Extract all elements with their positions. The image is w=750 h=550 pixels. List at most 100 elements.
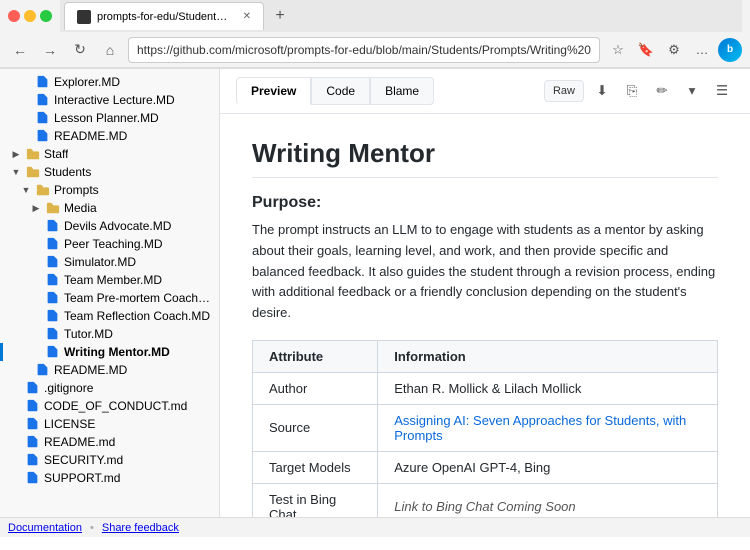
download-icon[interactable]: ⬇ — [590, 79, 614, 103]
table-cell-info: Link to Bing Chat Coming Soon — [378, 483, 718, 517]
file-icon — [46, 255, 60, 269]
copy-raw-icon[interactable]: ⎘ — [620, 79, 644, 103]
sidebar-item-students[interactable]: ▼ Students — [0, 163, 219, 181]
collections-icon[interactable]: 🔖 — [634, 38, 658, 62]
chevron-icon: ▶ — [30, 202, 42, 214]
address-bar-input[interactable] — [128, 37, 600, 63]
sidebar-item-media[interactable]: ▶Media — [0, 199, 219, 217]
more-options-icon[interactable]: ☰ — [710, 79, 734, 103]
sidebar-item-label: SUPPORT.md — [44, 471, 120, 485]
chevron-icon — [30, 256, 42, 268]
purpose-heading: Purpose: — [252, 194, 718, 212]
chevron-icon — [10, 472, 22, 484]
table-cell-info[interactable]: Assigning AI: Seven Approaches for Stude… — [378, 404, 718, 451]
folder-icon — [26, 147, 40, 161]
chevron-icon: ▶ — [10, 148, 22, 160]
file-icon — [46, 327, 60, 341]
sidebar-item-label: README.md — [44, 435, 115, 449]
table-header-information: Information — [378, 340, 718, 372]
sidebar-item-security[interactable]: SECURITY.md — [0, 451, 219, 469]
chevron-icon — [30, 292, 42, 304]
table-link[interactable]: Assigning AI: Seven Approaches for Stude… — [394, 413, 686, 443]
sidebar-item-readme-md-upper[interactable]: README.MD — [0, 127, 219, 145]
sidebar-item-label: Interactive Lecture.MD — [54, 93, 175, 107]
tab-code[interactable]: Code — [311, 77, 370, 105]
forward-button[interactable]: → — [38, 38, 62, 62]
tab-blame[interactable]: Blame — [370, 77, 434, 105]
edge-logo: b — [718, 38, 742, 62]
tab-close-icon[interactable]: ✕ — [243, 11, 251, 22]
table-cell-attribute: Source — [253, 404, 378, 451]
sidebar-item-devils-advocate[interactable]: Devils Advocate.MD — [0, 217, 219, 235]
table-row: Test in Bing ChatLink to Bing Chat Comin… — [253, 483, 718, 517]
file-icon — [46, 309, 60, 323]
sidebar-item-tutor[interactable]: Tutor.MD — [0, 325, 219, 343]
sidebar-item-team-member[interactable]: Team Member.MD — [0, 271, 219, 289]
sidebar-item-label: README.MD — [54, 129, 127, 143]
sidebar-item-interactive-lecture[interactable]: Interactive Lecture.MD — [0, 91, 219, 109]
chevron-icon: ▼ — [10, 166, 22, 178]
attributes-table: Attribute Information AuthorEthan R. Mol… — [252, 340, 718, 517]
sidebar-item-explorer-md[interactable]: Explorer.MD — [0, 73, 219, 91]
chevron-icon — [20, 364, 32, 376]
minimize-button[interactable] — [24, 10, 36, 22]
sidebar-item-staff[interactable]: ▶Staff — [0, 145, 219, 163]
main-content: Preview Code Blame Raw ⬇ ⎘ ✏ ▾ ☰ Writing… — [220, 69, 750, 517]
sidebar-item-prompts[interactable]: ▼Prompts — [0, 181, 219, 199]
sidebar-item-readme-root[interactable]: README.md — [0, 433, 219, 451]
file-icon — [26, 381, 40, 395]
file-icon — [36, 111, 50, 125]
purpose-text: The prompt instructs an LLM to to engage… — [252, 220, 718, 324]
close-button[interactable] — [8, 10, 20, 22]
sidebar-item-readme-md[interactable]: README.MD — [0, 361, 219, 379]
chevron-icon — [30, 274, 42, 286]
tab-title: prompts-for-edu/Students/Prom... — [97, 11, 233, 23]
sidebar-item-writing-mentor[interactable]: Writing Mentor.MD — [0, 343, 219, 361]
share-feedback-link[interactable]: Share feedback — [102, 522, 179, 534]
sidebar-item-license[interactable]: LICENSE — [0, 415, 219, 433]
file-icon — [36, 363, 50, 377]
back-button[interactable]: ← — [8, 38, 32, 62]
star-icon[interactable]: ☆ — [606, 38, 630, 62]
sidebar-item-code-of-conduct[interactable]: CODE_OF_CONDUCT.md — [0, 397, 219, 415]
sidebar-item-simulator[interactable]: Simulator.MD — [0, 253, 219, 271]
sidebar-item-lesson-planner[interactable]: Lesson Planner.MD — [0, 109, 219, 127]
more-icon[interactable]: … — [690, 38, 714, 62]
sidebar-item-label: Peer Teaching.MD — [64, 237, 163, 251]
tab-preview[interactable]: Preview — [236, 77, 311, 105]
chevron-icon — [20, 130, 32, 142]
home-button[interactable]: ⌂ — [98, 38, 122, 62]
sidebar-item-label: SECURITY.md — [44, 453, 123, 467]
edit-icon[interactable]: ✏ — [650, 79, 674, 103]
sidebar-item-label: Team Member.MD — [64, 273, 162, 287]
edit-dropdown-icon[interactable]: ▾ — [680, 79, 704, 103]
sidebar-item-team-reflection[interactable]: Team Reflection Coach.MD — [0, 307, 219, 325]
maximize-button[interactable] — [40, 10, 52, 22]
file-icon — [46, 291, 60, 305]
folder-icon — [36, 183, 50, 197]
file-icon — [36, 75, 50, 89]
chevron-icon — [30, 328, 42, 340]
table-row: Target ModelsAzure OpenAI GPT-4, Bing — [253, 451, 718, 483]
sidebar-item-label: Students — [44, 165, 91, 179]
file-icon — [46, 273, 60, 287]
new-tab-button[interactable]: + — [268, 4, 292, 28]
sidebar-item-gitignore[interactable]: .gitignore — [0, 379, 219, 397]
chevron-icon — [20, 94, 32, 106]
page-title: Writing Mentor — [252, 138, 718, 178]
chevron-icon — [20, 76, 32, 88]
file-icon — [26, 435, 40, 449]
refresh-button[interactable]: ↻ — [68, 38, 92, 62]
raw-button[interactable]: Raw — [544, 80, 584, 102]
table-cell-attribute: Author — [253, 372, 378, 404]
settings-icon[interactable]: ⚙ — [662, 38, 686, 62]
sidebar-item-support[interactable]: SUPPORT.md — [0, 469, 219, 487]
sidebar-item-team-premortem[interactable]: Team Pre-mortem Coach.MD — [0, 289, 219, 307]
file-icon — [36, 93, 50, 107]
sidebar-item-label: Tutor.MD — [64, 327, 113, 341]
browser-tab[interactable]: prompts-for-edu/Students/Prom... ✕ — [64, 2, 264, 30]
tab-favicon — [77, 10, 91, 24]
sidebar-item-peer-teaching[interactable]: Peer Teaching.MD — [0, 235, 219, 253]
sidebar-item-label: LICENSE — [44, 417, 95, 431]
documentation-link[interactable]: Documentation — [8, 522, 82, 534]
